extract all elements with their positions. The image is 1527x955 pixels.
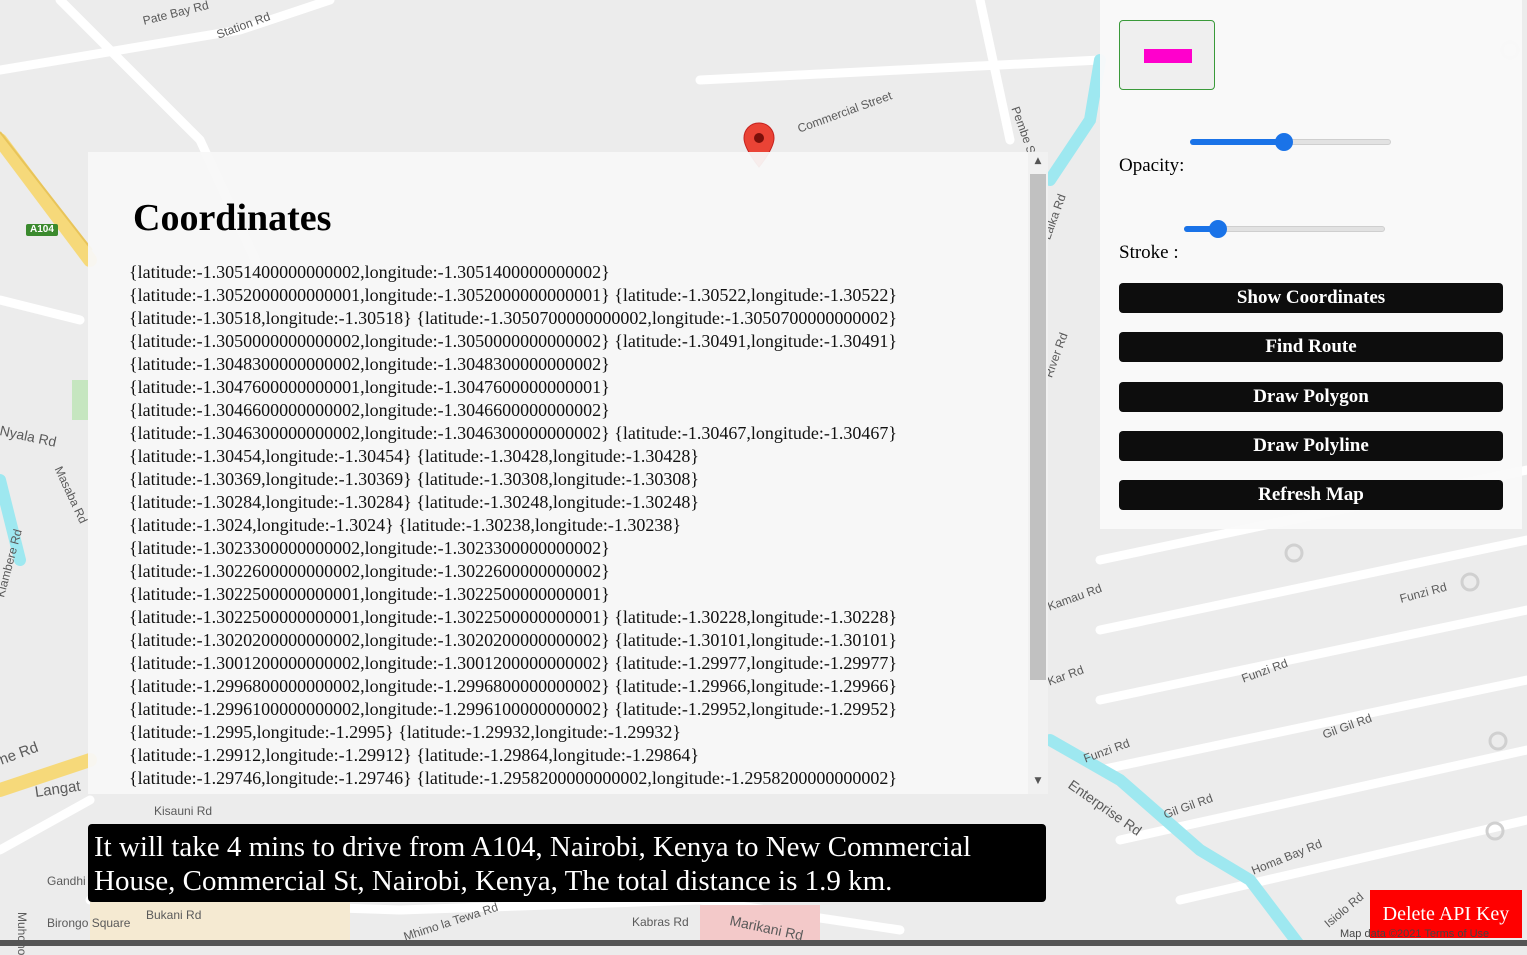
coordinates-scrollbar[interactable]: ▲ ▼ [1028,152,1048,794]
coordinate-line: {latitude:-1.29746,longitude:-1.29746} {… [129,768,897,788]
coordinate-line: {latitude:-1.30518,longitude:-1.30518} {… [129,308,897,328]
coordinate-line: {latitude:-1.30454,longitude:-1.30454} {… [129,446,699,466]
coordinate-line: {latitude:-1.2996100000000002,longitude:… [129,699,897,719]
road-label: Gandhi [47,874,86,888]
stroke-slider[interactable] [1184,219,1385,239]
coordinate-line: {latitude:-1.3050000000000002,longitude:… [129,331,897,351]
coordinate-line: {latitude:-1.3051400000000002,longitude:… [129,262,610,282]
coordinate-line: {latitude:-1.2995,longitude:-1.2995} {la… [129,722,681,742]
coordinate-line: {latitude:-1.3024,longitude:-1.3024} {la… [129,515,681,535]
show-coordinates-button[interactable]: Show Coordinates [1119,283,1503,313]
coordinate-line: {latitude:-1.2996800000000002,longitude:… [129,676,897,696]
color-swatch [1144,49,1192,63]
draw-polygon-button[interactable]: Draw Polygon [1119,382,1503,412]
coordinate-line: {latitude:-1.3052000000000001,longitude:… [129,285,897,305]
stroke-color-picker[interactable] [1119,20,1215,90]
coordinate-line: {latitude:-1.3020200000000002,longitude:… [129,630,897,650]
control-panel: Opacity: Stroke : Show Coordinates Find … [1100,0,1522,529]
draw-polyline-button[interactable]: Draw Polyline [1119,431,1503,461]
find-route-button[interactable]: Find Route [1119,332,1503,362]
coordinate-line: {latitude:-1.3046300000000002,longitude:… [129,423,897,443]
road-label: Kisauni Rd [154,804,213,818]
route-info-banner: It will take 4 mins to drive from A104, … [88,824,1046,902]
coordinate-line: {latitude:-1.3048300000000002,longitude:… [129,354,610,374]
stroke-label: Stroke : [1119,242,1179,263]
map-attribution[interactable]: Map data ©2021 Terms of Use [1340,928,1489,940]
coordinates-content: Coordinates {latitude:-1.305140000000000… [88,152,1028,794]
road-label: Muhoho [15,912,29,955]
road-label: Kabras Rd [632,915,689,929]
coordinate-line: {latitude:-1.3022500000000001,longitude:… [129,584,610,604]
slider-fill [1190,139,1284,145]
coordinate-line: {latitude:-1.3023300000000002,longitude:… [129,538,610,558]
opacity-label: Opacity: [1119,155,1185,176]
coordinate-line: {latitude:-1.3047600000000001,longitude:… [129,377,610,397]
refresh-map-button[interactable]: Refresh Map [1119,480,1503,510]
scrollbar-thumb[interactable] [1030,174,1046,680]
coordinates-list: {latitude:-1.3051400000000002,longitude:… [129,261,989,790]
coordinate-line: {latitude:-1.29912,longitude:-1.29912} {… [129,745,699,765]
coordinate-line: {latitude:-1.3022500000000001,longitude:… [129,607,897,627]
scroll-up-arrow-icon[interactable]: ▲ [1028,156,1048,170]
coordinate-line: {latitude:-1.30369,longitude:-1.30369} {… [129,469,699,489]
coordinate-line: {latitude:-1.3046600000000002,longitude:… [129,400,610,420]
coordinate-line: {latitude:-1.3001200000000002,longitude:… [129,653,897,673]
coordinate-line: {latitude:-1.3022600000000002,longitude:… [129,561,610,581]
road-label: Bukani Rd [146,908,202,922]
window-bottom-edge [0,940,1527,946]
coordinates-panel[interactable]: Coordinates {latitude:-1.305140000000000… [88,152,1048,794]
scroll-down-arrow-icon[interactable]: ▼ [1028,776,1048,790]
opacity-slider[interactable] [1190,132,1391,152]
coordinates-title: Coordinates [133,197,332,239]
slider-thumb[interactable] [1275,133,1293,151]
slider-thumb[interactable] [1209,220,1227,238]
route-badge: A104 [26,224,58,236]
road-label: Birongo Square [47,916,131,930]
coordinate-line: {latitude:-1.30284,longitude:-1.30284} {… [129,492,699,512]
